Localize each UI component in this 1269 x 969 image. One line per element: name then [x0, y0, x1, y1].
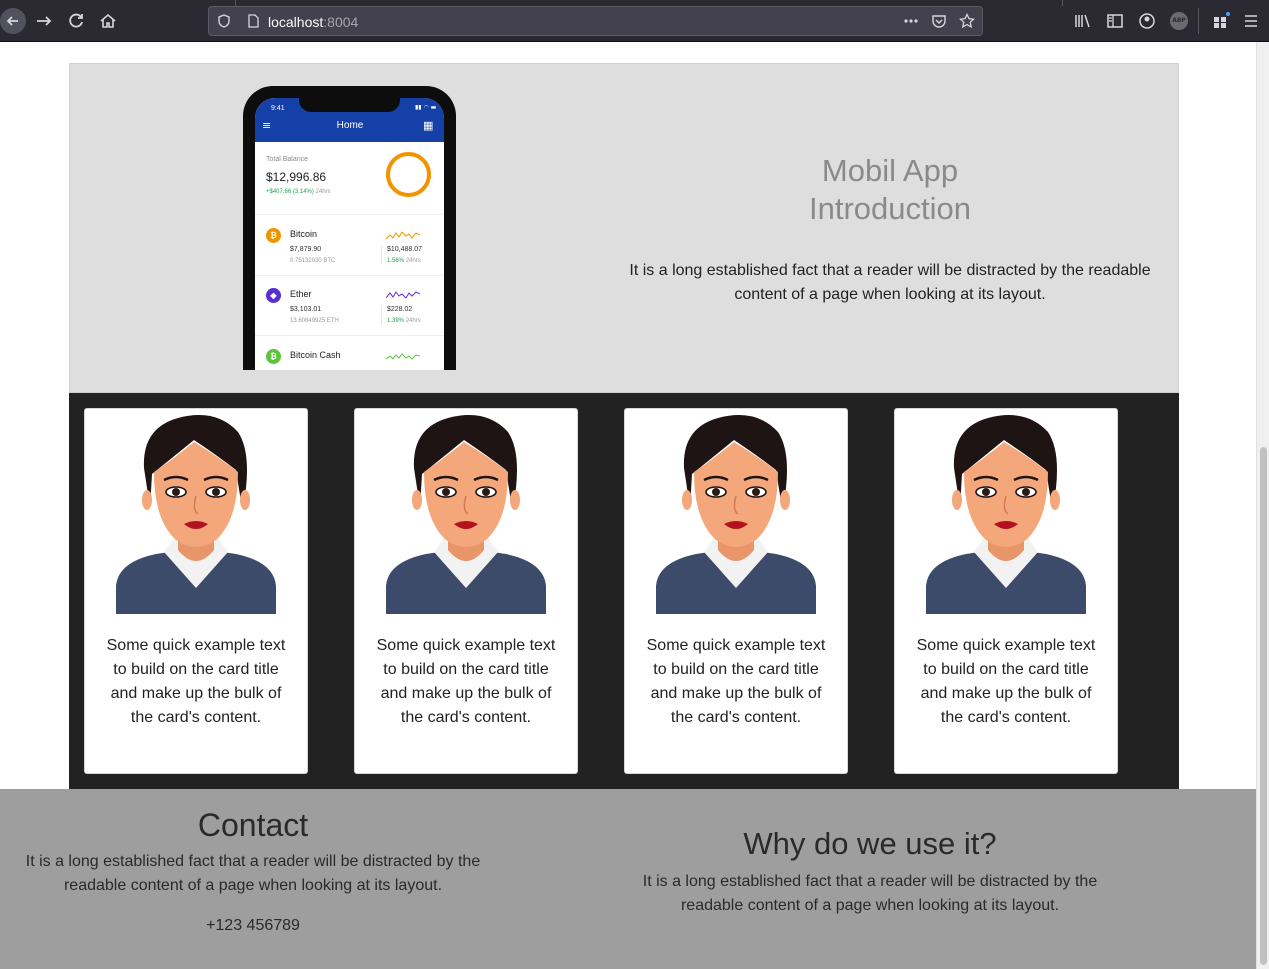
why-title: Why do we use it? [743, 826, 997, 861]
why-text: It is a long established fact that a rea… [642, 873, 1098, 914]
profile-card: Some quick example text to build on the … [894, 408, 1118, 774]
coin-percent: 1.56% 24hrs [387, 258, 421, 264]
coin-sparkline [386, 291, 420, 299]
phone-notch [299, 98, 400, 112]
home-icon[interactable] [95, 8, 121, 34]
coin-sparkline [386, 231, 420, 240]
intro-section: Mobil App Introduction It is a long esta… [69, 63, 1179, 393]
coin-name: Ether [290, 289, 312, 299]
coin-price: $7,879.90 [290, 246, 322, 253]
coin-sparkline [386, 353, 420, 360]
phone-divider [255, 335, 444, 336]
phone-balance-change: +$407.66 (3.14%) 24hrs [266, 189, 331, 195]
bitcoin-cash-icon: ₿ [266, 349, 281, 364]
coin-divider [381, 246, 382, 264]
footer-section: Contact It is a long established fact th… [0, 789, 1256, 969]
library-icon[interactable] [1070, 8, 1096, 34]
arrow-left-icon[interactable] [0, 8, 26, 34]
toolbar-separator [1198, 8, 1199, 34]
star-icon[interactable] [958, 12, 976, 29]
phone-divider [255, 214, 444, 215]
contact-title: Contact [197, 807, 309, 843]
reload-icon[interactable] [63, 8, 89, 34]
profile-card: Some quick example text to build on the … [624, 408, 848, 774]
profile-card: Some quick example text to build on the … [84, 408, 308, 774]
phone-divider [255, 275, 444, 276]
card-text: Some quick example text to build on the … [376, 637, 556, 726]
coin-percent-value: 1.39% [387, 318, 405, 324]
intro-title-line1: Mobil App [821, 153, 959, 188]
phone-mockup-image: 9:41 ▮▮ ◠ ▬ ≡ Home ▦ Total Balance $12,9… [243, 86, 456, 370]
phone-qr-icon: ▦ [423, 119, 434, 132]
browser-toolbar: localhost:8004 ABP [0, 0, 1269, 42]
intro-title-line2: Introduction [809, 191, 971, 226]
sidebar-icon[interactable] [1102, 8, 1128, 34]
coin-name: Bitcoin Cash [290, 350, 341, 360]
avatar-image [656, 415, 816, 614]
phone-status-icons: ▮▮ ◠ ▬ [415, 104, 437, 111]
coin-value: $228.02 [387, 306, 413, 313]
avatar-image [116, 415, 276, 614]
url-text[interactable]: localhost:8004 [268, 13, 358, 31]
scrollbar-thumb[interactable] [1260, 447, 1267, 965]
pocket-icon[interactable] [931, 13, 947, 29]
phone-app-header: 9:41 ▮▮ ◠ ▬ ≡ Home ▦ [255, 98, 444, 142]
page-scrollbar[interactable] [1256, 42, 1269, 969]
phone-time: 9:41 [271, 105, 285, 112]
url-host: localhost [268, 14, 324, 30]
page-icon[interactable] [245, 13, 261, 29]
contact-text: It is a long established fact that a rea… [25, 853, 481, 894]
phone-screen: 9:41 ▮▮ ◠ ▬ ≡ Home ▦ Total Balance $12,9… [255, 98, 444, 370]
intro-title: Mobil App Introduction [770, 152, 1010, 228]
hamburger-menu-icon[interactable] [1238, 8, 1264, 34]
cards-section: Some quick example text to build on the … [69, 393, 1179, 789]
coin-divider [381, 306, 382, 324]
phone-change-value: +$407.66 (3.14%) [266, 189, 314, 195]
profile-card: Some quick example text to build on the … [354, 408, 578, 774]
more-icon[interactable] [903, 13, 919, 29]
phone-balance: $12,996.86 [266, 170, 327, 184]
intro-text: It is a long established fact that a rea… [629, 262, 1151, 303]
url-bar[interactable]: localhost:8004 [208, 6, 983, 36]
card-text: Some quick example text to build on the … [916, 637, 1096, 726]
coin-percent-period: 24hrs [405, 318, 421, 324]
card-text: Some quick example text to build on the … [646, 637, 826, 726]
phone-change-period: 24hrs [315, 189, 331, 195]
coin-percent: 1.39% 24hrs [387, 318, 421, 324]
coin-percent-value: 1.56% [387, 258, 405, 264]
tab-separator [1062, 0, 1063, 6]
avatar-image [926, 415, 1086, 614]
url-port: :8004 [323, 14, 359, 30]
card-text: Some quick example text to build on the … [106, 637, 286, 726]
coin-percent-period: 24hrs [405, 258, 421, 264]
coin-amount: 0.75132030 BTC [290, 258, 336, 264]
coin-value: $10,488.07 [387, 246, 423, 253]
contact-phone: +123 456789 [206, 917, 300, 934]
phone-menu-icon: ≡ [262, 119, 272, 132]
extensions-icon[interactable] [1207, 8, 1233, 34]
coin-price: $3,103.01 [290, 306, 322, 313]
phone-title: Home [336, 120, 364, 131]
phone-balance-label: Total Balance [266, 156, 309, 163]
coin-name: Bitcoin [290, 229, 318, 239]
avatar-image [386, 415, 546, 614]
account-icon[interactable] [1134, 8, 1160, 34]
abp-icon[interactable]: ABP [1170, 12, 1188, 30]
shield-icon[interactable] [216, 13, 232, 29]
ether-icon: ◆ [266, 288, 281, 303]
coin-amount: 13.60849925 ETH [290, 318, 339, 324]
arrow-right-icon[interactable] [31, 8, 57, 34]
bitcoin-icon: ₿ [266, 228, 281, 243]
phone-balance-ring [386, 152, 431, 197]
